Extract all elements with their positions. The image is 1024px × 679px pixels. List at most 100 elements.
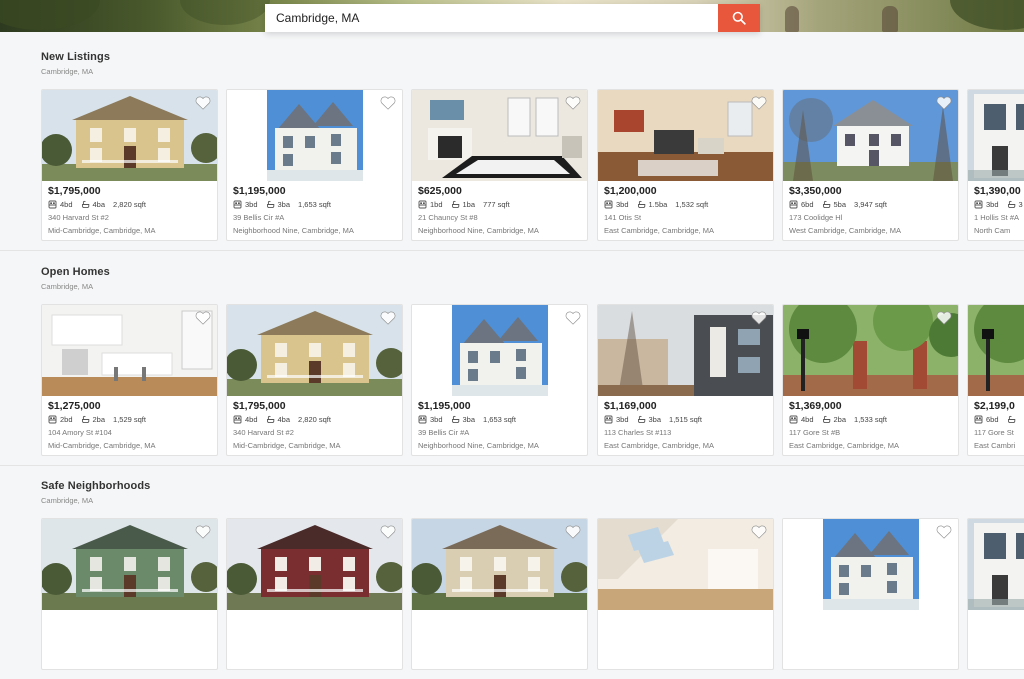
listing-card[interactable] — [41, 518, 218, 670]
listing-photo[interactable] — [968, 90, 1024, 181]
section-title[interactable]: Safe Neighborhoods — [41, 480, 150, 492]
listing-photo[interactable] — [42, 519, 217, 610]
section-title[interactable]: New Listings — [41, 51, 110, 63]
baths-count: 3 — [1018, 200, 1023, 209]
listing-photo[interactable] — [412, 90, 587, 181]
bath-icon — [451, 200, 459, 209]
listing-card[interactable]: $1,369,000 4bd 2ba 1,533 sqft 117 Gore S… — [782, 304, 959, 456]
listing-neighborhood: East Cambridge, Cambridge, MA — [789, 441, 900, 450]
listing-photo[interactable] — [412, 305, 587, 396]
heart-icon[interactable] — [565, 311, 581, 325]
listing-neighborhood: Neighborhood Nine, Cambridge, MA — [418, 441, 539, 450]
sqft-value: 1,515 sqft — [669, 415, 702, 424]
listing-neighborhood: Mid-Cambridge, Cambridge, MA — [233, 441, 341, 450]
listing-address: 173 Coolidge Hl — [789, 213, 843, 222]
listing-photo[interactable] — [783, 519, 958, 610]
beds-count: 4bd — [801, 415, 814, 424]
listing-card[interactable] — [226, 518, 403, 670]
listing-card[interactable]: $1,795,000 4bd 4ba 2,820 sqft 340 Harvar… — [226, 304, 403, 456]
listing-photo[interactable] — [598, 90, 773, 181]
listing-photo[interactable] — [968, 519, 1024, 610]
heart-icon[interactable] — [936, 96, 952, 110]
listing-address: 340 Harvard St #2 — [233, 428, 294, 437]
baths-count: 1ba — [462, 200, 476, 209]
listing-card[interactable]: $3,350,000 6bd 5ba 3,947 sqft 173 Coolid… — [782, 89, 959, 241]
heart-icon[interactable] — [380, 525, 396, 539]
listing-photo[interactable] — [227, 90, 402, 181]
listing-price: $2,199,0 — [974, 400, 1015, 412]
bed-icon — [604, 415, 613, 424]
listing-card[interactable]: $2,199,0 6bd 117 Gore St East Cambri — [967, 304, 1024, 456]
listing-card[interactable] — [597, 518, 774, 670]
listing-photo[interactable] — [42, 305, 217, 396]
beds-count: 3bd — [616, 200, 629, 209]
heart-icon[interactable] — [195, 525, 211, 539]
listing-card[interactable]: $1,200,000 3bd 1.5ba 1,532 sqft 141 Otis… — [597, 89, 774, 241]
heart-icon[interactable] — [751, 525, 767, 539]
section-subtitle: Cambridge, MA — [41, 67, 94, 76]
heart-icon[interactable] — [195, 311, 211, 325]
bath-icon — [822, 415, 830, 424]
listing-card[interactable]: $1,390,00 3bd 3 1 Hollis St #A North Cam — [967, 89, 1024, 241]
listing-specs: 3bd 3ba 1,653 sqft — [233, 200, 331, 209]
bath-icon — [637, 415, 645, 424]
heart-icon[interactable] — [751, 96, 767, 110]
listing-photo[interactable] — [783, 90, 958, 181]
heart-icon[interactable] — [380, 311, 396, 325]
listing-neighborhood: Neighborhood Nine, Cambridge, MA — [418, 226, 539, 235]
listing-card[interactable]: $1,195,000 3bd 3ba 1,653 sqft 39 Bellis … — [411, 304, 588, 456]
search-button[interactable] — [718, 4, 760, 32]
listing-photo[interactable] — [598, 305, 773, 396]
listing-card[interactable] — [967, 518, 1024, 670]
heart-icon[interactable] — [751, 311, 767, 325]
listing-photo[interactable] — [783, 305, 958, 396]
bath-icon — [822, 200, 830, 209]
bed-icon — [233, 200, 242, 209]
bed-icon — [789, 415, 798, 424]
listing-specs: 3bd 3ba 1,515 sqft — [604, 415, 702, 424]
baths-count: 2ba — [833, 415, 847, 424]
listing-photo[interactable] — [598, 519, 773, 610]
sqft-value: 1,529 sqft — [113, 415, 146, 424]
listing-price: $1,169,000 — [604, 400, 657, 412]
listing-neighborhood: Mid-Cambridge, Cambridge, MA — [48, 441, 156, 450]
heart-icon[interactable] — [565, 525, 581, 539]
listing-specs: 3bd 3 — [974, 200, 1024, 209]
listing-neighborhood: East Cambridge, Cambridge, MA — [604, 441, 715, 450]
listing-specs: 6bd — [974, 415, 1024, 424]
listing-photo[interactable] — [412, 519, 587, 610]
beds-count: 4bd — [60, 200, 73, 209]
heart-icon[interactable] — [936, 525, 952, 539]
listing-address: 39 Bellis Cir #A — [233, 213, 285, 222]
baths-count: 3ba — [648, 415, 662, 424]
beds-count: 3bd — [616, 415, 629, 424]
listing-photo[interactable] — [968, 305, 1024, 396]
listing-price: $1,195,000 — [233, 185, 286, 197]
listing-card[interactable]: $1,275,000 2bd 2ba 1,529 sqft 104 Amory … — [41, 304, 218, 456]
bed-icon — [48, 200, 57, 209]
section-title[interactable]: Open Homes — [41, 266, 110, 278]
listing-card[interactable]: $1,795,000 4bd 4ba 2,820 sqft 340 Harvar… — [41, 89, 218, 241]
listing-address: 113 Charles St #113 — [604, 428, 672, 437]
search-input[interactable] — [265, 4, 718, 32]
listing-photo[interactable] — [42, 90, 217, 181]
listing-card[interactable] — [782, 518, 959, 670]
bed-icon — [789, 200, 798, 209]
listing-neighborhood: North Cam — [974, 226, 1011, 235]
heart-icon[interactable] — [195, 96, 211, 110]
listing-price: $1,369,000 — [789, 400, 842, 412]
listing-photo[interactable] — [227, 519, 402, 610]
heart-icon[interactable] — [380, 96, 396, 110]
listing-photo[interactable] — [227, 305, 402, 396]
listing-price: $1,795,000 — [233, 400, 286, 412]
heart-icon[interactable] — [936, 311, 952, 325]
bed-icon — [974, 415, 983, 424]
listing-address: 21 Chauncy St #8 — [418, 213, 478, 222]
listing-card[interactable]: $625,000 1bd 1ba 777 sqft 21 Chauncy St … — [411, 89, 588, 241]
listing-card[interactable]: $1,195,000 3bd 3ba 1,653 sqft 39 Bellis … — [226, 89, 403, 241]
listing-card[interactable]: $1,169,000 3bd 3ba 1,515 sqft 113 Charle… — [597, 304, 774, 456]
listing-specs: 3bd 3ba 1,653 sqft — [418, 415, 516, 424]
section-open-homes: Open Homes Cambridge, MA $1,275,000 2bd … — [0, 265, 1024, 465]
listing-card[interactable] — [411, 518, 588, 670]
heart-icon[interactable] — [565, 96, 581, 110]
